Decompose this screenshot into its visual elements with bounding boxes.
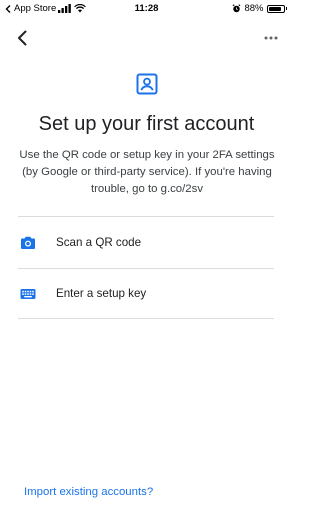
page-description: Use the QR code or setup key in your 2FA…	[19, 149, 275, 195]
account-box-icon	[135, 72, 159, 96]
import-existing-accounts-link[interactable]: Import existing accounts?	[24, 486, 153, 498]
battery-fill	[268, 6, 281, 11]
more-horizontal-icon	[264, 36, 278, 40]
alarm-icon	[233, 4, 241, 13]
back-button[interactable]	[12, 27, 34, 49]
status-bar: App Store 11:28 88%	[0, 0, 293, 18]
scan-qr-code-option[interactable]: Scan a QR code	[0, 218, 293, 268]
battery-percent: 88%	[244, 3, 264, 14]
battery-tip	[285, 7, 287, 10]
scan-qr-code-label: Scan a QR code	[56, 236, 142, 249]
more-button[interactable]	[261, 28, 281, 48]
battery-icon	[266, 4, 285, 13]
status-right: 88%	[232, 3, 287, 14]
divider	[18, 318, 274, 319]
enter-setup-key-option[interactable]: Enter a setup key	[0, 269, 293, 319]
divider	[18, 216, 274, 217]
keyboard-icon	[20, 286, 36, 302]
page-title: Set up your first account	[38, 113, 255, 135]
chevron-left-icon	[18, 30, 27, 46]
enter-setup-key-label: Enter a setup key	[56, 287, 147, 300]
camera-icon	[20, 235, 36, 251]
